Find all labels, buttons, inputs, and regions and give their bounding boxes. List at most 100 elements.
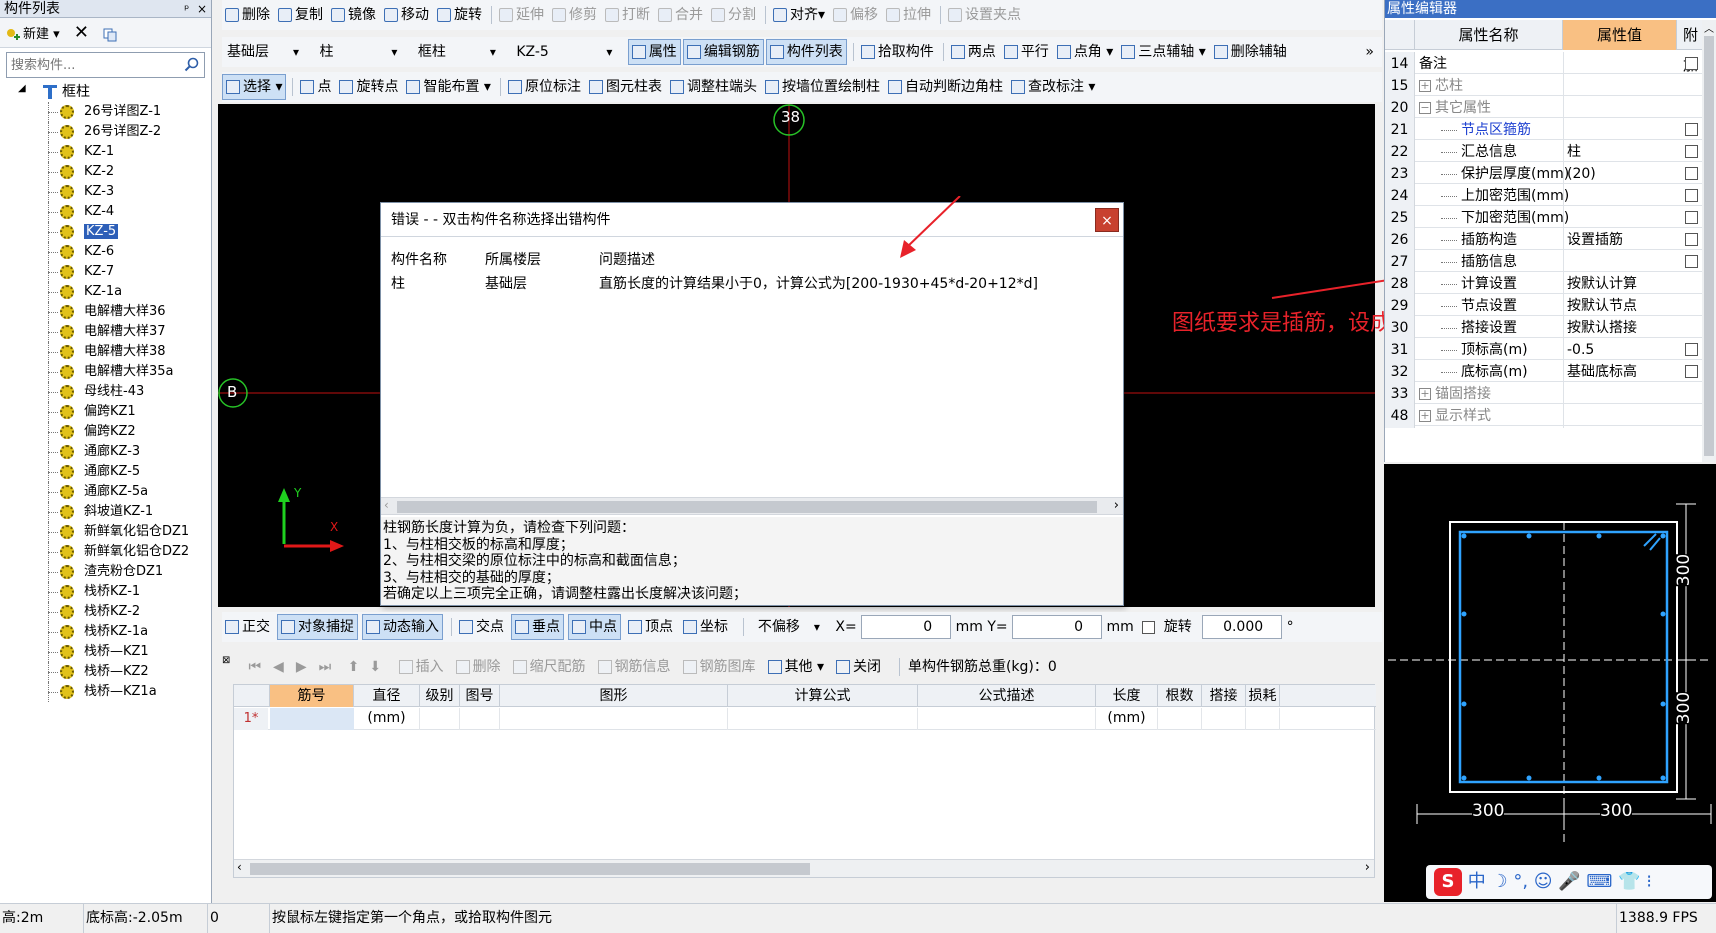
tree-item[interactable]: KZ-7 bbox=[0, 262, 211, 282]
tree-item[interactable]: 通廊KZ-5 bbox=[0, 462, 211, 482]
type-select[interactable]: 柱 bbox=[314, 40, 400, 64]
component-tool-button-2[interactable]: 构件列表 bbox=[765, 39, 847, 65]
tree-item[interactable]: 栈桥KZ-2 bbox=[0, 602, 211, 622]
toolbar-button-9[interactable]: 分割 bbox=[708, 0, 759, 30]
tree-item[interactable]: 栈桥KZ-1 bbox=[0, 582, 211, 602]
tree-item[interactable]: 电解槽大样35a bbox=[0, 362, 211, 382]
component-tool-button-8[interactable]: 删除辅轴 bbox=[1211, 37, 1290, 67]
toolbar-button-3[interactable]: 移动 bbox=[381, 0, 432, 30]
grid-column-header[interactable]: 筋号 bbox=[270, 685, 354, 707]
draw-tool-button-3[interactable]: 智能布置 ▾ bbox=[403, 72, 493, 102]
rebar-tool-button-2[interactable]: 缩尺配筋 bbox=[510, 652, 589, 682]
property-row[interactable]: 22 汇总信息 柱 bbox=[1385, 140, 1705, 164]
component-select[interactable]: KZ-5 bbox=[511, 40, 615, 64]
scroll-left-icon[interactable]: ‹ bbox=[237, 860, 242, 874]
new-button[interactable]: 新建 ▾ bbox=[6, 27, 64, 42]
attach-checkbox[interactable] bbox=[1685, 145, 1698, 158]
rebar-tool-button-6[interactable]: 关闭 bbox=[833, 652, 884, 682]
more-tools-icon[interactable]: » bbox=[1365, 37, 1374, 67]
property-value[interactable]: (20) bbox=[1563, 162, 1673, 186]
property-row[interactable]: 24 上加密范围(mm) bbox=[1385, 184, 1705, 208]
tree-item[interactable]: 26号详图Z-1 bbox=[0, 102, 211, 122]
expand-icon[interactable]: + bbox=[1419, 80, 1431, 92]
tree-item[interactable]: 新鲜氧化铝仓DZ1 bbox=[0, 522, 211, 542]
record-nav-icons[interactable]: ⏮◀▶⏭ bbox=[248, 659, 343, 675]
tree-item[interactable]: KZ-3 bbox=[0, 182, 211, 202]
property-row[interactable]: 25 下加密范围(mm) bbox=[1385, 206, 1705, 230]
property-value[interactable]: 按默认搭接 bbox=[1563, 316, 1673, 340]
search-icon[interactable] bbox=[184, 57, 200, 73]
grid-column-header[interactable]: 损耗 bbox=[1246, 685, 1280, 707]
copy-icon[interactable] bbox=[103, 28, 117, 42]
scroll-up-icon[interactable]: ︿ bbox=[1704, 20, 1714, 35]
tree-item[interactable]: KZ-6 bbox=[0, 242, 211, 262]
toolbar-button-8[interactable]: 合并 bbox=[655, 0, 706, 30]
toolbar-button-1[interactable]: 复制 bbox=[275, 0, 326, 30]
property-value[interactable]: 柱 bbox=[1563, 140, 1673, 164]
toolbar-button-11[interactable]: 偏移 bbox=[830, 0, 881, 30]
property-row[interactable]: 28 计算设置 按默认计算 bbox=[1385, 272, 1705, 296]
floor-select[interactable]: 基础层 bbox=[222, 40, 302, 64]
attach-checkbox[interactable] bbox=[1685, 365, 1698, 378]
property-value[interactable]: 基础底标高 bbox=[1563, 360, 1673, 384]
rebar-grid-hscrollbar[interactable]: ‹ › bbox=[234, 859, 1374, 877]
tree-item[interactable]: 栈桥—KZ1a bbox=[0, 682, 211, 702]
property-value[interactable]: 设置插筋 bbox=[1563, 228, 1673, 252]
toolbar-button-5[interactable]: 延伸 bbox=[496, 0, 547, 30]
draw-tool-button-6[interactable]: 调整柱端头 bbox=[667, 72, 760, 102]
ime-logo-icon[interactable]: S bbox=[1434, 868, 1462, 896]
toolbar-button-4[interactable]: 旋转 bbox=[434, 0, 485, 30]
tree-item[interactable]: KZ-2 bbox=[0, 162, 211, 182]
draw-tool-button-2[interactable]: 旋转点 bbox=[336, 72, 401, 102]
tree-item[interactable]: KZ-4 bbox=[0, 202, 211, 222]
toolbar-button-12[interactable]: 拉伸 bbox=[883, 0, 934, 30]
tree-root[interactable]: ◢ 框柱 bbox=[0, 82, 211, 102]
tree-item[interactable]: 偏跨KZ2 bbox=[0, 422, 211, 442]
tree-item[interactable]: KZ-1 bbox=[0, 142, 211, 162]
tree-item[interactable]: 26号详图Z-2 bbox=[0, 122, 211, 142]
tree-item[interactable]: 通廊KZ-5a bbox=[0, 482, 211, 502]
tree-item[interactable]: KZ-1a bbox=[0, 282, 211, 302]
ime-status-icons[interactable]: 中 ☽ °, ☺ 🎤 ⌨ 👕 ⁝ bbox=[1468, 871, 1652, 892]
snap-button-4[interactable]: 垂点 bbox=[511, 614, 564, 640]
tree-item[interactable]: 电解槽大样36 bbox=[0, 302, 211, 322]
property-value[interactable] bbox=[1563, 52, 1673, 76]
property-value[interactable] bbox=[1563, 404, 1673, 428]
draw-tool-button-1[interactable]: 点 bbox=[297, 72, 334, 102]
grid-column-header[interactable]: 级别 bbox=[420, 685, 460, 707]
property-row[interactable]: 33 + 锚固搭接 bbox=[1385, 382, 1705, 406]
property-row[interactable]: 31 顶标高(m) -0.5 bbox=[1385, 338, 1705, 362]
rotate-checkbox[interactable] bbox=[1142, 620, 1156, 634]
property-row[interactable]: 48 + 显示样式 bbox=[1385, 404, 1705, 428]
rebar-number-cell[interactable] bbox=[270, 708, 354, 730]
x-input[interactable]: 0 bbox=[861, 615, 952, 639]
draw-tool-button-9[interactable]: 查改标注 ▾ bbox=[1008, 72, 1098, 102]
attach-checkbox[interactable] bbox=[1685, 255, 1698, 268]
grid-column-header[interactable]: 搭接 bbox=[1202, 685, 1246, 707]
snap-button-3[interactable]: 交点 bbox=[456, 612, 507, 642]
grid-cell[interactable] bbox=[460, 708, 500, 730]
subtype-select[interactable]: 框柱 bbox=[413, 40, 499, 64]
property-row[interactable]: 27 插筋信息 bbox=[1385, 250, 1705, 274]
grid-cell[interactable] bbox=[728, 708, 918, 730]
attach-checkbox[interactable] bbox=[1685, 211, 1698, 224]
scroll-right-icon[interactable]: › bbox=[1114, 498, 1119, 513]
tree-item[interactable]: 电解槽大样37 bbox=[0, 322, 211, 342]
attach-checkbox[interactable] bbox=[1685, 189, 1698, 202]
snap-button-7[interactable]: 坐标 bbox=[680, 612, 731, 642]
scroll-left-icon[interactable]: ‹ bbox=[384, 498, 389, 512]
offset-select[interactable]: 不偏移 bbox=[753, 615, 823, 639]
rebar-tool-button-1[interactable]: 删除 bbox=[453, 652, 504, 682]
property-row[interactable]: 14 备注 bbox=[1385, 52, 1705, 76]
rebar-tool-button-4[interactable]: 钢筋图库 bbox=[680, 652, 759, 682]
snap-button-2[interactable]: 动态输入 bbox=[362, 614, 443, 640]
rebar-tool-button-0[interactable]: 插入 bbox=[396, 652, 447, 682]
property-row[interactable]: 15 + 芯柱 bbox=[1385, 74, 1705, 98]
scroll-right-icon[interactable]: › bbox=[1365, 860, 1370, 875]
property-value[interactable] bbox=[1563, 382, 1673, 406]
property-row[interactable]: 26 插筋构造 设置插筋 bbox=[1385, 228, 1705, 252]
property-value[interactable] bbox=[1563, 250, 1673, 274]
tree-item[interactable]: 通廊KZ-3 bbox=[0, 442, 211, 462]
toolbar-button-0[interactable]: 删除 bbox=[222, 0, 273, 30]
scroll-thumb[interactable] bbox=[397, 501, 1097, 513]
